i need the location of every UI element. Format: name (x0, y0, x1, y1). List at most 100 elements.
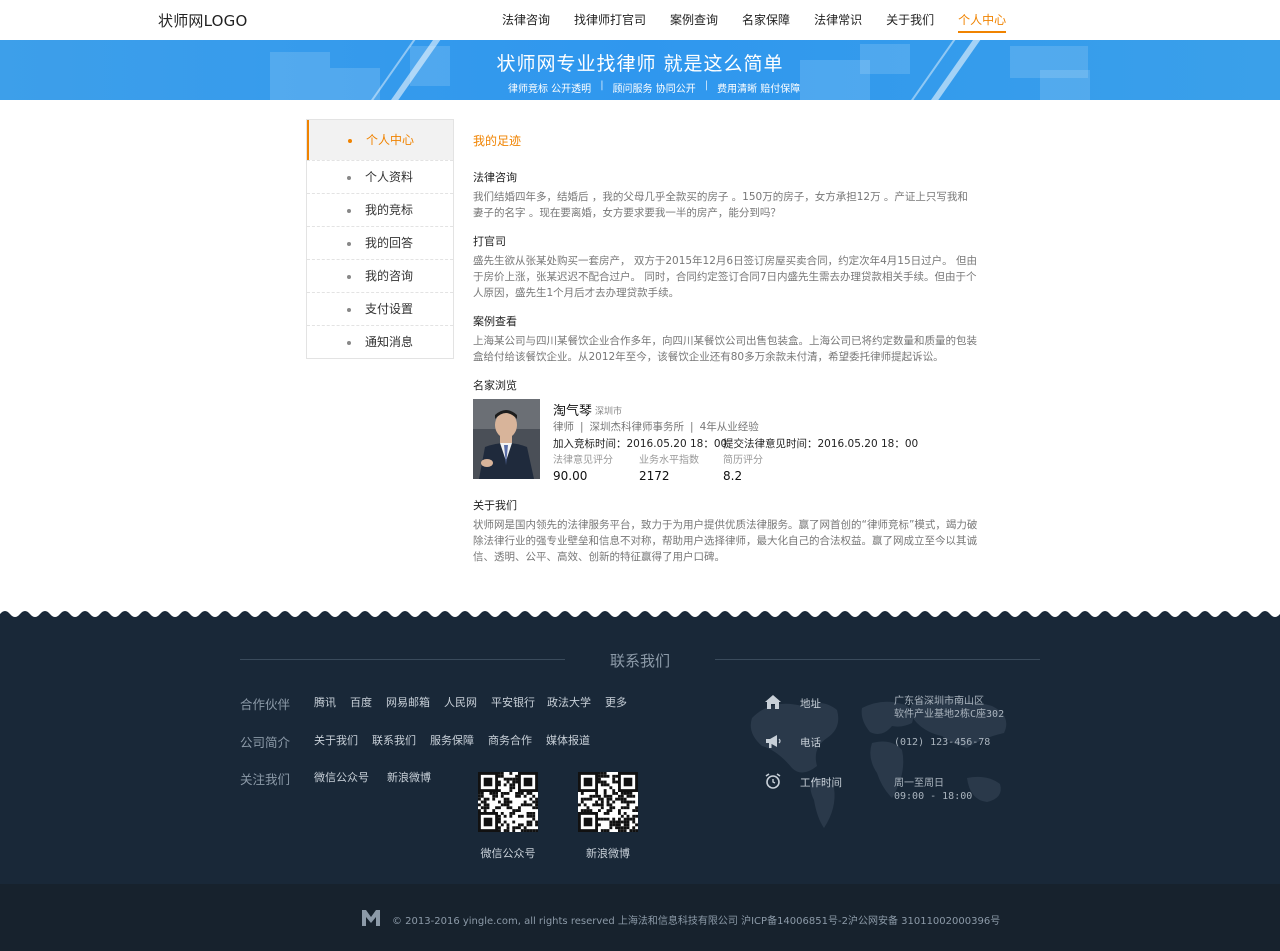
partner-more-link[interactable]: 更多 (605, 694, 627, 713)
bullet-icon (346, 241, 351, 246)
banner-feature: 费用清晰 赔付保障 (717, 84, 801, 95)
site-logo[interactable]: 状师网LOGO (158, 10, 247, 31)
lawyer-experience: 4年从业经验 (699, 421, 759, 433)
sidebar-item-label: 我的竞标 (364, 203, 413, 217)
partners-row: 合作伙伴 腾讯 百度 网易邮箱 人民网 平安银行 政法大学 更多 (240, 694, 641, 713)
phone-label: 电话 (800, 737, 821, 749)
stat-value: 8.2 (723, 469, 743, 483)
company-link[interactable]: 商务合作 (488, 732, 532, 751)
separator: | (690, 421, 694, 433)
banner-feature: 顾问服务 协同公开 (612, 84, 696, 95)
sidebar-item-label: 通知消息 (364, 335, 413, 349)
section-title: 名家浏览 (473, 379, 517, 392)
sidebar-item-my-answers[interactable]: 我的回答 (307, 226, 453, 259)
section-title: 案例查看 (473, 315, 517, 328)
bullet-icon (347, 138, 352, 143)
company-link[interactable]: 联系我们 (372, 732, 416, 751)
follow-row: 关注我们 微信公众号 新浪微博 (240, 769, 445, 788)
nav-item-legal-consult[interactable]: 法律咨询 (490, 0, 562, 40)
stat-resume-score: 简历评分 8.2 (723, 451, 763, 483)
stat-value: 90.00 (553, 469, 588, 483)
nav-item-about-us[interactable]: 关于我们 (874, 0, 946, 40)
nav-item-case-search[interactable]: 案例查询 (658, 0, 730, 40)
partner-link[interactable]: 平安银行 (491, 694, 535, 713)
separator: | (600, 80, 604, 91)
lawyer-firm: 深圳杰科律师事务所 (589, 421, 685, 433)
qr-label: 微信公众号 (480, 847, 536, 860)
lawyer-city: 深圳市 (595, 407, 623, 417)
stat-value: 2172 (639, 469, 670, 483)
section-body[interactable]: 盛先生欲从张某处购买一套房产， 双方于2015年12月6日签订房屋买卖合同，约定… (473, 253, 978, 301)
stat-opinion-score: 法律意见评分 90.00 (553, 451, 613, 483)
follow-label: 关注我们 (240, 772, 291, 787)
nav-item-expert-guarantee[interactable]: 名家保障 (730, 0, 802, 40)
company-link[interactable]: 服务保障 (430, 732, 474, 751)
sidebar-item-my-consults[interactable]: 我的咨询 (307, 259, 453, 292)
banner-subtitle: 律师竞标 公开透明 | 顾问服务 协同公开 | 费用清晰 赔付保障 (508, 80, 800, 95)
company-link[interactable]: 媒体报道 (546, 732, 590, 751)
section-body[interactable]: 上海某公司与四川某餐饮企业合作多年，向四川某餐饮公司出售包装盒。上海公司已将约定… (473, 333, 978, 365)
sidebar-item-profile[interactable]: 个人资料 (307, 160, 453, 193)
hours-value: 周一至周日 09:00 - 18:00 (894, 777, 972, 803)
section-body[interactable]: 我们结婚四年多，结婚后 ，我的父母几乎全款买的房子 。150万的房子，女方承担1… (473, 189, 978, 221)
sidebar-item-my-bids[interactable]: 我的竞标 (307, 193, 453, 226)
bullet-icon (346, 274, 351, 279)
nav-item-personal-center[interactable]: 个人中心 (946, 0, 1018, 40)
footer-title-row: 联系我们 (240, 648, 1040, 670)
sidebar-item-label: 个人资料 (364, 170, 413, 184)
nav-item-legal-knowledge[interactable]: 法律常识 (802, 0, 874, 40)
company-row: 公司简介 关于我们 联系我们 服务保障 商务合作 媒体报道 (240, 732, 604, 751)
sidebar-item-label: 我的咨询 (364, 269, 413, 283)
partner-link[interactable]: 人民网 (444, 694, 477, 713)
home-icon (765, 695, 781, 709)
banner-title: 状师网专业找律师 就是这么简单 (496, 53, 784, 75)
partner-link[interactable]: 百度 (350, 694, 372, 713)
stat-label: 业务水平指数 (639, 455, 699, 466)
hero-banner: 状师网专业找律师 就是这么简单 律师竞标 公开透明 | 顾问服务 协同公开 | … (0, 40, 1280, 100)
join-time: 加入竞标时间：2016.05.20 18：00 (553, 438, 728, 450)
stat-business-index: 业务水平指数 2172 (639, 451, 699, 483)
address-line: 软件产业基地2栋C座302 (894, 709, 1005, 720)
partner-link[interactable]: 腾讯 (314, 694, 336, 713)
partners-label: 合作伙伴 (240, 697, 291, 712)
company-link[interactable]: 关于我们 (314, 732, 358, 751)
lawyer-avatar[interactable] (473, 399, 540, 479)
phone-value[interactable]: (012) 123-456-78 (894, 736, 990, 749)
company-label: 公司简介 (240, 735, 291, 750)
lawyer-card[interactable]: 淘气琴 深圳市 律师 | 深圳杰科律师事务所 | 4年从业经验 加入竞标时间：2016.… (473, 399, 978, 483)
bullet-icon (346, 208, 351, 213)
submit-time: 提交法律意见时间：2016.05.20 18：00 (723, 438, 919, 450)
sidebar-item-personal-center[interactable]: 个人中心 (307, 120, 453, 160)
follow-wechat-link[interactable]: 微信公众号 (314, 769, 369, 788)
site-footer: 联系我们 合作伙伴 腾讯 百度 网易邮箱 人民网 平安银行 政法大学 更多 公司… (0, 618, 1280, 884)
sidebar-item-label: 个人中心 (365, 133, 414, 147)
section-title: 打官司 (473, 235, 506, 248)
banner-feature: 律师竞标 公开透明 (508, 84, 592, 95)
copyright-bar: © 2013-2016 yingle.com, all rights reser… (0, 884, 1280, 951)
sidebar-item-payment-settings[interactable]: 支付设置 (307, 292, 453, 325)
nav-item-find-lawyer[interactable]: 找律师打官司 (562, 0, 658, 40)
footer-title: 联系我们 (609, 652, 670, 670)
hours-time: 09:00 - 18:00 (894, 791, 973, 802)
sidebar-item-notifications[interactable]: 通知消息 (307, 325, 453, 358)
megaphone-icon (766, 735, 781, 748)
bullet-icon (346, 307, 351, 312)
stat-label: 法律意见评分 (553, 455, 613, 466)
lawyer-name[interactable]: 淘气琴 (553, 400, 592, 419)
partner-link[interactable]: 网易邮箱 (386, 694, 430, 713)
alarm-clock-icon (765, 773, 781, 789)
sidebar-item-label: 我的回答 (364, 236, 413, 250)
wechat-qr-icon[interactable] (478, 772, 538, 832)
main-nav: 法律咨询 找律师打官司 案例查询 名家保障 法律常识 关于我们 个人中心 (490, 0, 1018, 40)
section-title: 关于我们 (473, 499, 517, 512)
lawyer-portrait-icon (473, 399, 540, 479)
separator: | (580, 421, 584, 433)
site-header: 状师网LOGO 法律咨询 找律师打官司 案例查询 名家保障 法律常识 关于我们 … (0, 0, 1280, 40)
bullet-icon (346, 340, 351, 345)
weibo-qr-icon[interactable] (578, 772, 638, 832)
address-label: 地址 (800, 698, 821, 710)
hours-label: 工作时间 (800, 777, 842, 789)
follow-weibo-link[interactable]: 新浪微博 (387, 769, 431, 788)
bullet-icon (346, 175, 351, 180)
partner-link[interactable]: 政法大学 (547, 694, 591, 713)
